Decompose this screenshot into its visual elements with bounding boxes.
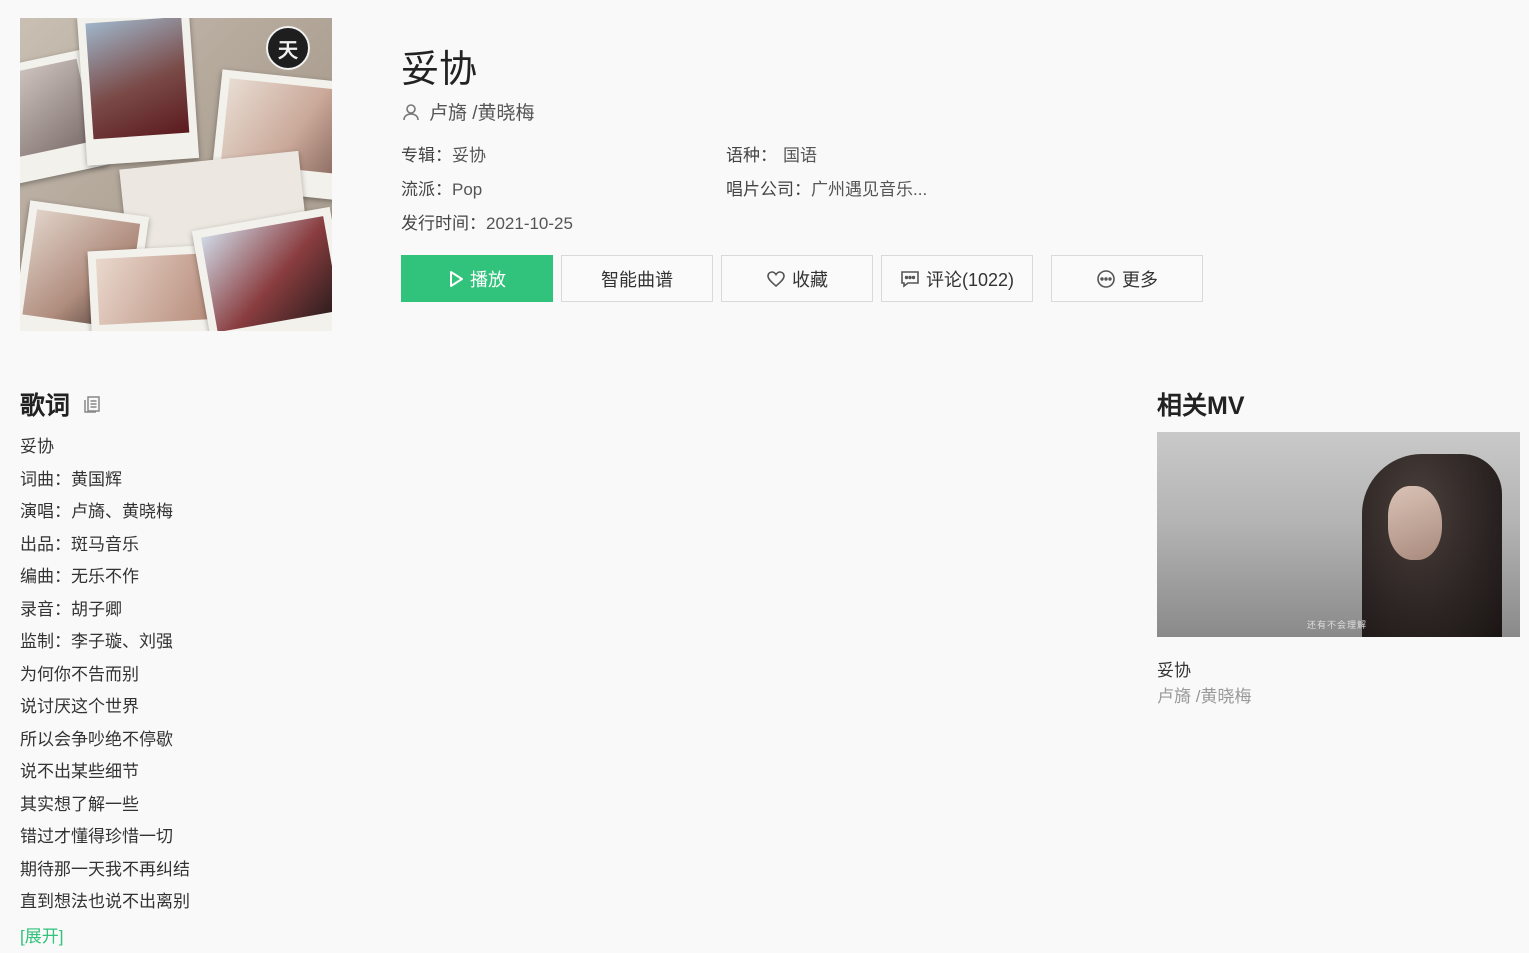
release-label: 发行时间： [401,214,486,233]
language-label: 语种： [726,146,777,165]
lyrics-heading-text: 歌词 [20,392,71,420]
lyric-line: 错过才懂得珍惜一切 [20,827,173,846]
lyric-line: 为何你不告而别 [20,664,139,684]
lyric-line: 其实想了解一些 [20,794,139,814]
language-value: 国语 [783,146,817,165]
more-icon [1097,269,1115,288]
release-info: 发行时间：2021-10-25 [401,209,573,234]
genre-value: Pop [452,180,483,199]
heart-icon [767,270,785,287]
lyric-line: 出品：斑马音乐 [20,534,139,554]
lyric-line: 期待那一天我不再纠结 [20,859,190,879]
comments-button[interactable]: 评论(1022) [881,255,1033,302]
lyric-line: 说不出某些细节 [20,762,139,781]
user-icon [403,103,419,120]
more-label: 更多 [1122,269,1158,290]
play-icon [450,270,463,287]
mv-song-title[interactable]: 妥协 [1157,656,1191,681]
play-button[interactable]: 播放 [401,255,553,302]
genre-label: 流派： [401,180,452,199]
album-label: 专辑： [401,146,452,165]
lyric-line: 演唱：卢旖、黄晓梅 [20,502,173,521]
song-title: 妥协 [401,49,478,91]
album-cover[interactable]: 天 [20,18,332,331]
smart-score-button[interactable]: 智能曲谱 [561,255,713,302]
mv-subtitle: 还有不会理解 [1307,620,1368,630]
comments-label: 评论(1022) [925,269,1015,290]
lyric-line: 录音：胡子卿 [20,599,122,619]
lyric-line: 直到想法也说不出离别 [20,892,190,911]
lyric-line: 妥协 [20,437,54,456]
expand-lyrics-link[interactable]: [展开] [20,922,63,947]
cover-photo [76,18,200,166]
lyric-line: 所以会争吵绝不停歇 [20,729,173,749]
lyric-line: 监制：李子璇、刘强 [20,632,173,651]
comment-icon [901,270,919,288]
lyrics-list: 妥协 词曲：黄国辉 演唱：卢旖、黄晓梅 出品：斑马音乐 编曲：无乐不作 录音：胡… [20,434,190,922]
album-info: 专辑：妥协 [401,141,486,166]
mv-thumbnail[interactable]: 还有不会理解 [1157,432,1520,637]
smart-score-label: 智能曲谱 [601,269,673,290]
label-logo: 天 [266,26,310,70]
more-button[interactable]: 更多 [1051,255,1203,302]
favorite-button[interactable]: 收藏 [721,255,873,302]
record-label-label: 唱片公司： [726,180,811,199]
favorite-label: 收藏 [792,269,828,290]
lyric-line: 编曲：无乐不作 [20,567,139,586]
lyric-line: 说讨厌这个世界 [20,697,139,716]
language-info: 语种： 国语 [726,141,817,166]
genre-info: 流派：Pop [401,175,482,200]
artist-row: 卢旖 /黄晓梅 [401,98,535,125]
record-label-info: 唱片公司：广州遇见音乐... [726,175,927,200]
copy-lyrics-icon[interactable] [82,394,102,414]
album-link[interactable]: 妥协 [452,146,486,165]
artist-links[interactable]: 卢旖 /黄晓梅 [429,98,535,125]
mv-artists[interactable]: 卢旖 /黄晓梅 [1157,682,1251,707]
record-label-value: 广州遇见音乐... [811,180,928,199]
release-date: 2021-10-25 [486,214,573,233]
lyrics-heading: 歌词 [20,386,102,422]
related-mv-heading: 相关MV [1157,392,1245,420]
lyric-line: 词曲：黄国辉 [20,469,122,489]
play-label: 播放 [470,269,506,290]
mv-face [1388,486,1442,560]
